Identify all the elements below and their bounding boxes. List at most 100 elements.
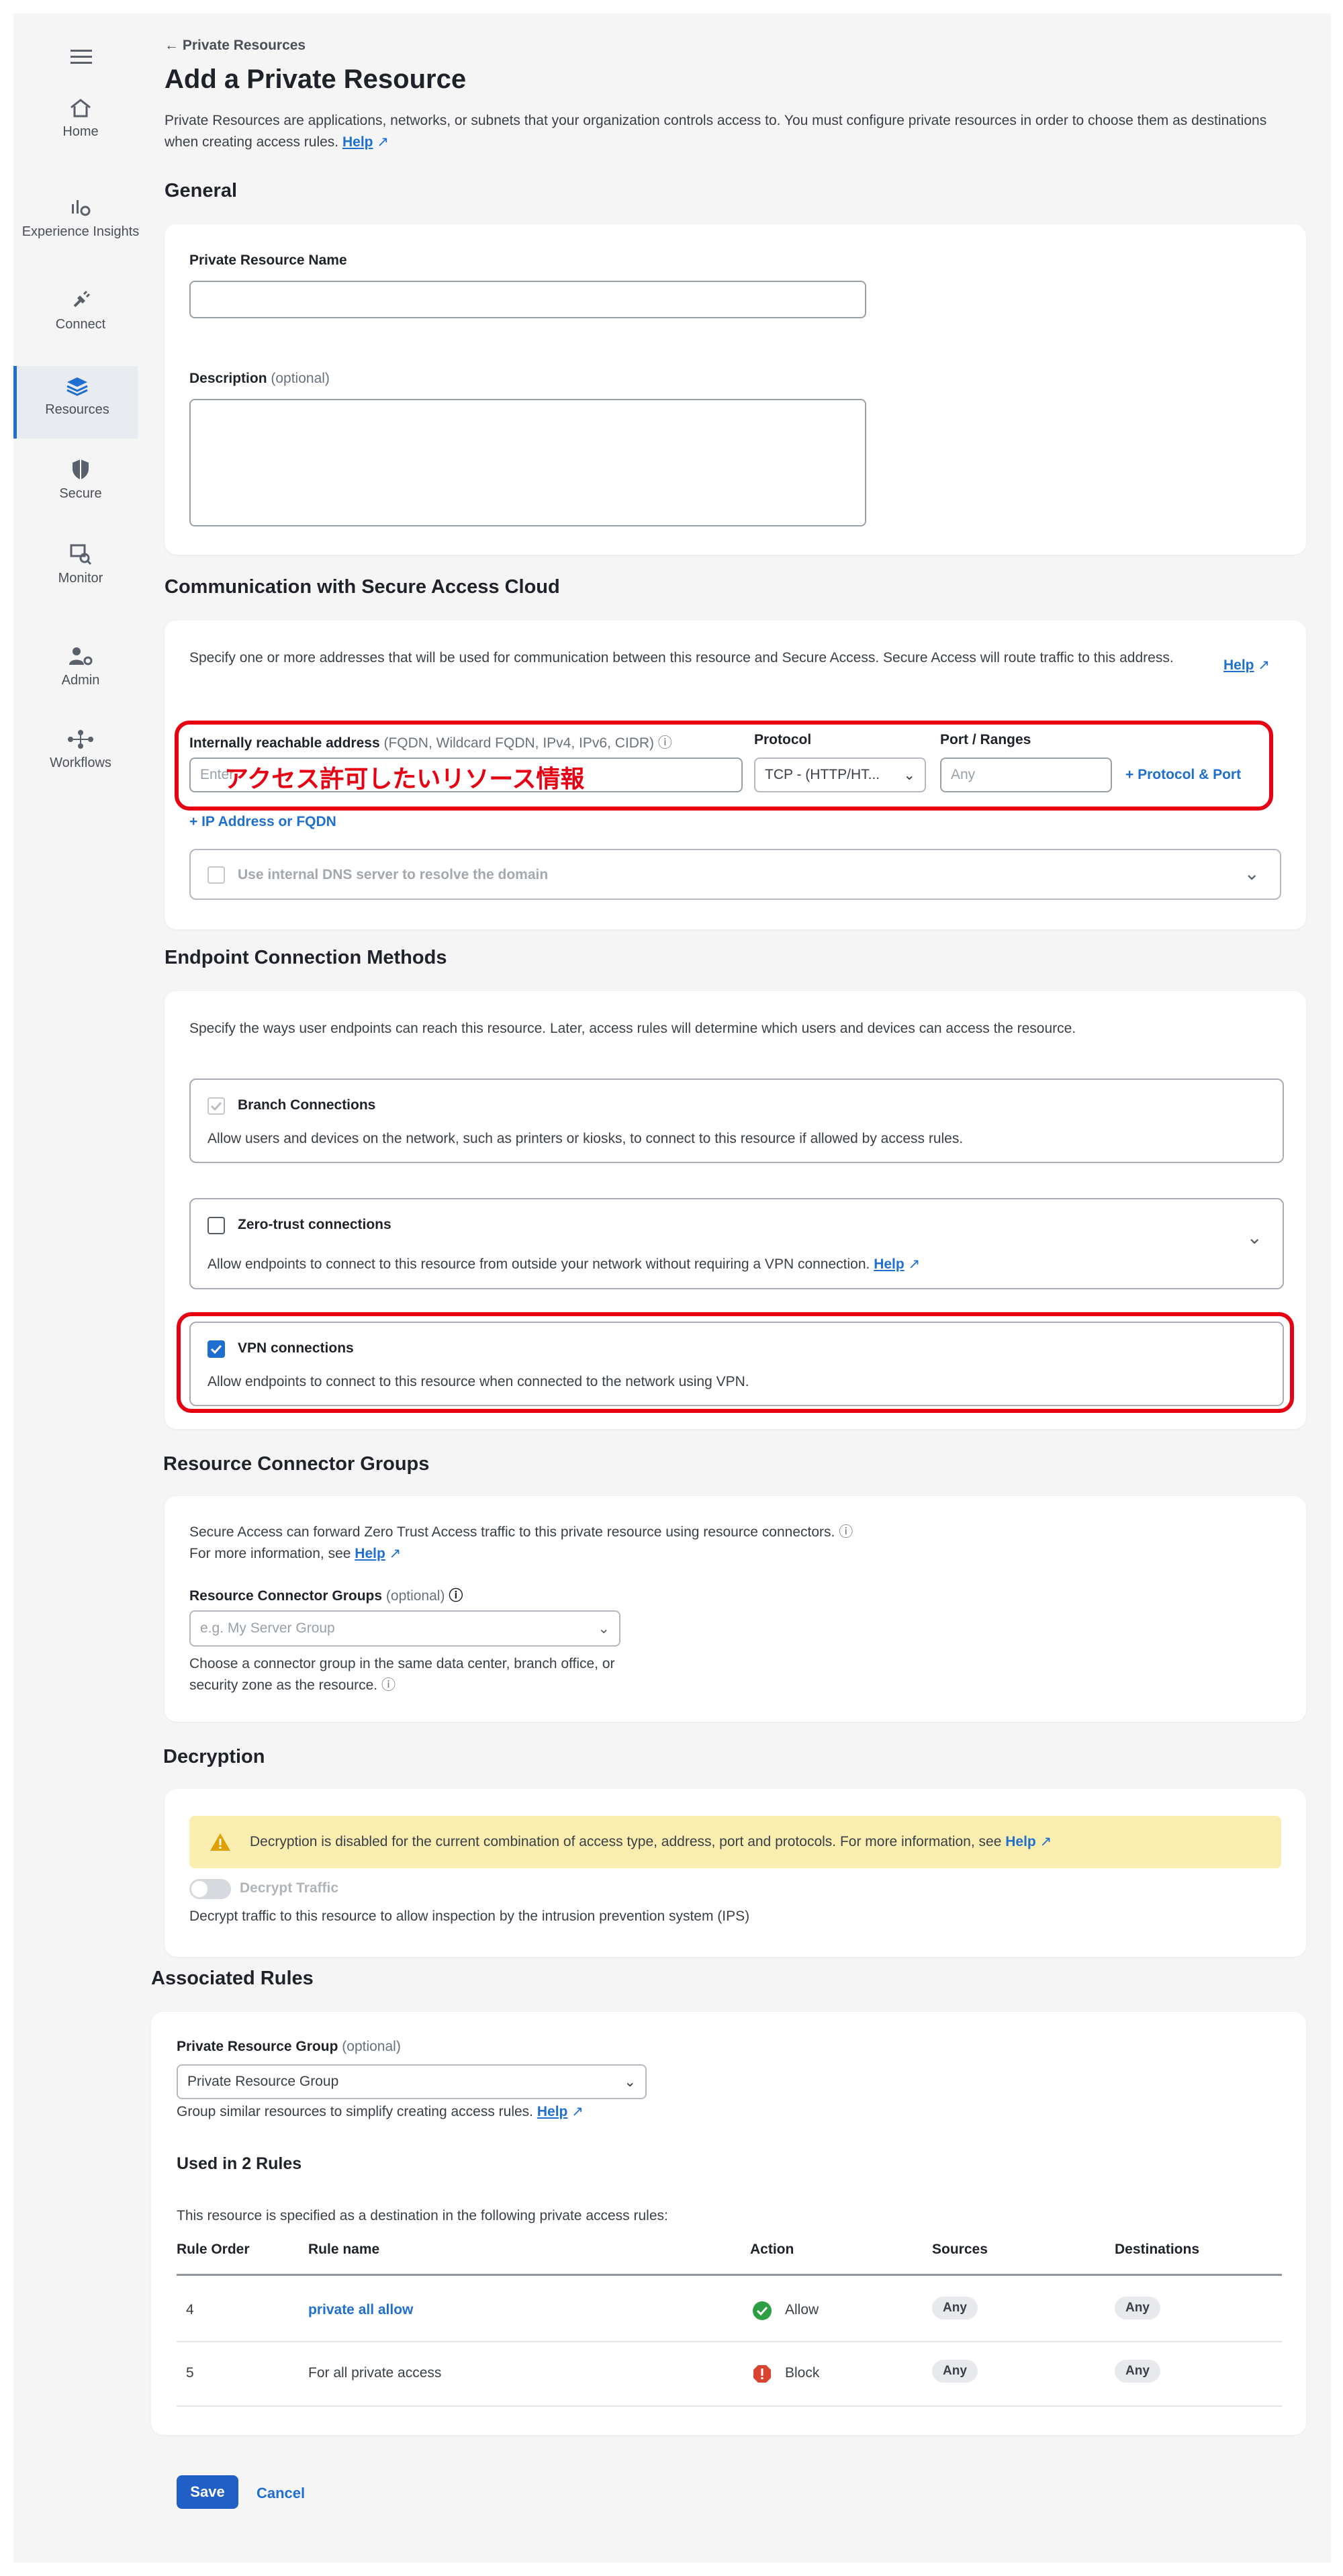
column-destinations: Destinations xyxy=(1115,2242,1200,2257)
check-icon xyxy=(210,1101,222,1111)
communication-help-link[interactable]: Help xyxy=(1223,657,1254,673)
rule-name-cell[interactable]: For all private access xyxy=(308,2365,441,2381)
zero-trust-title: Zero-trust connections xyxy=(238,1217,391,1232)
decrypt-toggle-label: Decrypt Traffic xyxy=(240,1880,339,1896)
zero-trust-help-link[interactable]: Help xyxy=(874,1256,905,1272)
header-divider xyxy=(177,2274,1282,2276)
zero-trust-checkbox[interactable] xyxy=(207,1217,225,1234)
action-cell: Allow xyxy=(785,2302,819,2317)
zero-trust-description: Allow endpoints to connect to this resou… xyxy=(207,1256,920,1273)
add-address-button[interactable]: + IP Address or FQDN xyxy=(189,814,336,830)
connector-card: Secure Access can forward Zero Trust Acc… xyxy=(165,1496,1306,1722)
dns-option[interactable]: Use internal DNS server to resolve the d… xyxy=(189,849,1281,900)
group-label: Private Resource Group (optional) xyxy=(177,2039,401,2055)
communication-intro: Specify one or more addresses that will … xyxy=(189,650,1174,665)
cancel-button[interactable]: Cancel xyxy=(257,2485,305,2502)
endpoint-intro: Specify the ways user endpoints can reac… xyxy=(189,1021,1076,1036)
column-action: Action xyxy=(750,2242,794,2257)
annotation-label: アクセス許可したいリソース情報 xyxy=(224,765,585,792)
rule-order-cell: 4 xyxy=(186,2302,194,2317)
workflow-icon xyxy=(68,730,93,749)
toggle-knob xyxy=(191,1881,207,1897)
rule-order-cell: 5 xyxy=(186,2365,194,2381)
general-heading: General xyxy=(165,180,237,201)
info-icon: ⓘ xyxy=(381,1677,396,1693)
connector-intro-text: Secure Access can forward Zero Trust Acc… xyxy=(189,1524,835,1540)
branch-description: Allow users and devices on the network, … xyxy=(207,1131,964,1146)
sidebar-item-monitor[interactable]: Monitor xyxy=(13,543,148,586)
plug-icon xyxy=(73,290,91,308)
sidebar-item-label: Secure xyxy=(59,486,102,501)
sidebar-item-workflows[interactable]: Workflows xyxy=(13,729,148,771)
external-link-icon: ↗ xyxy=(571,2104,584,2119)
external-link-icon: ↗ xyxy=(389,1546,402,1561)
menu-icon[interactable] xyxy=(71,48,92,66)
chevron-down-icon[interactable]: ⌄ xyxy=(1244,862,1260,884)
connector-hint: Choose a connector group in the same dat… xyxy=(189,1653,633,1696)
column-sources: Sources xyxy=(932,2242,988,2257)
page-intro: Private Resources are applications, netw… xyxy=(165,110,1279,153)
resource-name-input[interactable] xyxy=(189,281,866,318)
resource-group-select[interactable]: Private Resource Group ⌄ xyxy=(177,2064,647,2099)
intro-help-link[interactable]: Help xyxy=(342,134,373,150)
shield-icon xyxy=(73,459,89,479)
sidebar-item-home[interactable]: Home xyxy=(13,97,148,140)
optional-text: (optional) xyxy=(342,2039,401,2054)
sidebar-item-experience-insights[interactable]: Experience Insights xyxy=(13,195,148,240)
decryption-help-link[interactable]: Help xyxy=(1005,1834,1036,1849)
home-icon xyxy=(71,99,91,118)
rules-card: Private Resource Group (optional) Privat… xyxy=(151,2012,1306,2435)
page-intro-text: Private Resources are applications, netw… xyxy=(165,113,1267,150)
sidebar-item-resources[interactable]: Resources xyxy=(13,366,138,439)
dns-checkbox[interactable] xyxy=(207,866,225,884)
chevron-down-icon[interactable]: ⌄ xyxy=(1247,1226,1262,1248)
zero-trust-description-text: Allow endpoints to connect to this resou… xyxy=(207,1256,870,1272)
user-gear-icon xyxy=(69,647,93,665)
sources-pill: Any xyxy=(932,2360,978,2383)
chevron-down-icon: ⌄ xyxy=(598,1620,610,1637)
save-button[interactable]: Save xyxy=(177,2475,238,2509)
sidebar-item-label: Workflows xyxy=(50,755,111,770)
decryption-heading: Decryption xyxy=(163,1746,265,1767)
info-icon: ⓘ xyxy=(449,1588,463,1604)
group-help-link[interactable]: Help xyxy=(537,2104,568,2119)
decrypt-toggle[interactable] xyxy=(189,1879,231,1899)
communication-heading: Communication with Secure Access Cloud xyxy=(165,576,560,598)
sidebar-item-secure[interactable]: Secure xyxy=(13,458,148,502)
sidebar-item-connect[interactable]: Connect xyxy=(13,289,148,332)
sidebar-item-label: Admin xyxy=(61,673,100,688)
group-label-text: Private Resource Group xyxy=(177,2039,338,2054)
connector-placeholder: e.g. My Server Group xyxy=(200,1620,335,1636)
connector-heading: Resource Connector Groups xyxy=(163,1453,430,1475)
destinations-pill: Any xyxy=(1115,2297,1160,2319)
branch-title: Branch Connections xyxy=(238,1097,376,1113)
action-cell: Block xyxy=(785,2365,820,2381)
general-card: Private Resource Name Description (optio… xyxy=(165,224,1306,555)
branch-connections-option[interactable]: Branch Connections Allow users and devic… xyxy=(189,1078,1284,1163)
allow-check-icon xyxy=(753,2301,772,2320)
connector-label: Resource Connector Groups (optional) ⓘ xyxy=(189,1585,463,1605)
rule-name-link[interactable]: private all allow xyxy=(308,2302,413,2318)
sidebar-item-label: Home xyxy=(62,124,99,139)
connector-more-info: For more information, see xyxy=(189,1546,351,1561)
decryption-card: Decryption is disabled for the current c… xyxy=(165,1789,1306,1957)
description-label-text: Description xyxy=(189,371,267,386)
endpoint-heading: Endpoint Connection Methods xyxy=(165,947,447,968)
connector-help-link[interactable]: Help xyxy=(355,1546,385,1561)
row-divider xyxy=(177,2341,1282,2342)
connector-group-select[interactable]: e.g. My Server Group ⌄ xyxy=(189,1610,620,1647)
description-textarea[interactable] xyxy=(189,399,866,526)
communication-help: Help ↗ xyxy=(1223,657,1270,674)
external-link-icon: ↗ xyxy=(908,1256,921,1272)
layers-icon xyxy=(66,377,88,396)
sidebar-item-admin[interactable]: Admin xyxy=(13,645,148,688)
description-label: Description (optional) xyxy=(189,371,330,387)
warning-icon xyxy=(210,1833,230,1851)
info-icon: ⓘ xyxy=(839,1524,853,1540)
connector-intro: Secure Access can forward Zero Trust Acc… xyxy=(189,1522,1264,1565)
optional-text: (optional) xyxy=(385,1588,445,1604)
connector-label-text: Resource Connector Groups xyxy=(189,1588,383,1604)
breadcrumb[interactable]: ← Private Resources xyxy=(165,38,306,54)
warning-text: Decryption is disabled for the current c… xyxy=(250,1833,1052,1850)
zero-trust-option[interactable]: Zero-trust connections Allow endpoints t… xyxy=(189,1198,1284,1289)
